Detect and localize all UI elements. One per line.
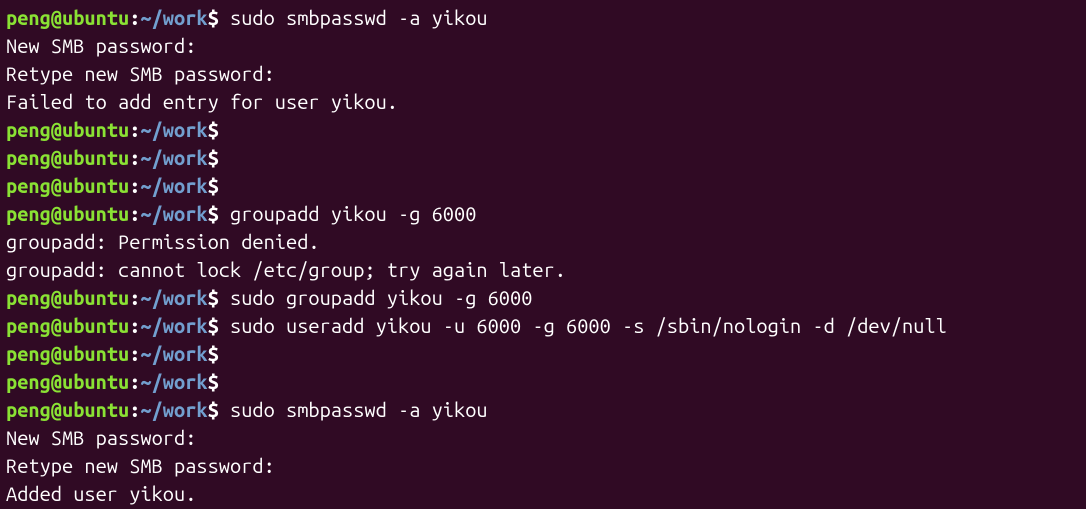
prompt-symbol: $ xyxy=(208,202,219,225)
prompt-symbol: $ xyxy=(208,286,219,309)
terminal-line: peng@ubuntu:~/work$ groupadd yikou -g 60… xyxy=(6,200,1080,228)
command-text: sudo smbpasswd -a yikou xyxy=(219,6,488,29)
prompt-separator: : xyxy=(129,174,140,197)
command-text xyxy=(219,174,230,197)
prompt-path: ~/work xyxy=(140,146,207,169)
command-text xyxy=(219,370,230,393)
prompt-path: ~/work xyxy=(140,342,207,365)
prompt-path: ~/work xyxy=(140,314,207,337)
prompt-path: ~/work xyxy=(140,174,207,197)
output-text: New SMB password: xyxy=(6,426,196,449)
prompt-user-host: peng@ubuntu xyxy=(6,342,129,365)
command-text: sudo smbpasswd -a yikou xyxy=(219,398,488,421)
prompt-user-host: peng@ubuntu xyxy=(6,202,129,225)
prompt-user-host: peng@ubuntu xyxy=(6,398,129,421)
prompt-path: ~/work xyxy=(140,202,207,225)
terminal-line: groupadd: cannot lock /etc/group; try ag… xyxy=(6,256,1080,284)
prompt-path: ~/work xyxy=(140,370,207,393)
command-text: groupadd yikou -g 6000 xyxy=(219,202,477,225)
terminal-line: peng@ubuntu:~/work$ xyxy=(6,340,1080,368)
terminal-window[interactable]: { "prompt": { "user_host": "peng@ubuntu"… xyxy=(0,0,1086,509)
command-text xyxy=(219,342,230,365)
terminal-line: Added user yikou. xyxy=(6,480,1080,508)
terminal-content[interactable]: peng@ubuntu:~/work$ sudo smbpasswd -a yi… xyxy=(6,4,1080,508)
terminal-line: Retype new SMB password: xyxy=(6,452,1080,480)
terminal-line: New SMB password: xyxy=(6,32,1080,60)
output-text: Retype new SMB password: xyxy=(6,454,275,477)
prompt-path: ~/work xyxy=(140,118,207,141)
terminal-line: Retype new SMB password: xyxy=(6,60,1080,88)
prompt-user-host: peng@ubuntu xyxy=(6,286,129,309)
prompt-user-host: peng@ubuntu xyxy=(6,146,129,169)
terminal-line: peng@ubuntu:~/work$ sudo groupadd yikou … xyxy=(6,284,1080,312)
prompt-user-host: peng@ubuntu xyxy=(6,6,129,29)
output-text: Retype new SMB password: xyxy=(6,62,275,85)
prompt-separator: : xyxy=(129,6,140,29)
terminal-line: peng@ubuntu:~/work$ sudo useradd yikou -… xyxy=(6,312,1080,340)
output-text: groupadd: cannot lock /etc/group; try ag… xyxy=(6,258,566,281)
prompt-path: ~/work xyxy=(140,398,207,421)
prompt-separator: : xyxy=(129,314,140,337)
terminal-line: peng@ubuntu:~/work$ xyxy=(6,144,1080,172)
command-text xyxy=(219,146,230,169)
output-text: groupadd: Permission denied. xyxy=(6,230,320,253)
prompt-separator: : xyxy=(129,286,140,309)
terminal-line: peng@ubuntu:~/work$ xyxy=(6,116,1080,144)
command-text: sudo groupadd yikou -g 6000 xyxy=(219,286,533,309)
terminal-line: Failed to add entry for user yikou. xyxy=(6,88,1080,116)
prompt-path: ~/work xyxy=(140,286,207,309)
terminal-line: peng@ubuntu:~/work$ xyxy=(6,172,1080,200)
prompt-symbol: $ xyxy=(208,398,219,421)
command-text: sudo useradd yikou -u 6000 -g 6000 -s /s… xyxy=(219,314,947,337)
prompt-symbol: $ xyxy=(208,118,219,141)
prompt-symbol: $ xyxy=(208,146,219,169)
prompt-symbol: $ xyxy=(208,6,219,29)
terminal-line: peng@ubuntu:~/work$ sudo smbpasswd -a yi… xyxy=(6,4,1080,32)
prompt-separator: : xyxy=(129,118,140,141)
prompt-user-host: peng@ubuntu xyxy=(6,370,129,393)
prompt-symbol: $ xyxy=(208,342,219,365)
terminal-line: peng@ubuntu:~/work$ xyxy=(6,368,1080,396)
prompt-symbol: $ xyxy=(208,314,219,337)
prompt-separator: : xyxy=(129,370,140,393)
terminal-line: groupadd: Permission denied. xyxy=(6,228,1080,256)
prompt-separator: : xyxy=(129,202,140,225)
output-text: Added user yikou. xyxy=(6,482,196,505)
prompt-separator: : xyxy=(129,342,140,365)
prompt-separator: : xyxy=(129,398,140,421)
prompt-separator: : xyxy=(129,146,140,169)
command-text xyxy=(219,118,230,141)
output-text: Failed to add entry for user yikou. xyxy=(6,90,398,113)
prompt-symbol: $ xyxy=(208,174,219,197)
terminal-line: New SMB password: xyxy=(6,424,1080,452)
prompt-symbol: $ xyxy=(208,370,219,393)
output-text: New SMB password: xyxy=(6,34,196,57)
prompt-user-host: peng@ubuntu xyxy=(6,174,129,197)
prompt-path: ~/work xyxy=(140,6,207,29)
prompt-user-host: peng@ubuntu xyxy=(6,118,129,141)
terminal-line: peng@ubuntu:~/work$ sudo smbpasswd -a yi… xyxy=(6,396,1080,424)
prompt-user-host: peng@ubuntu xyxy=(6,314,129,337)
